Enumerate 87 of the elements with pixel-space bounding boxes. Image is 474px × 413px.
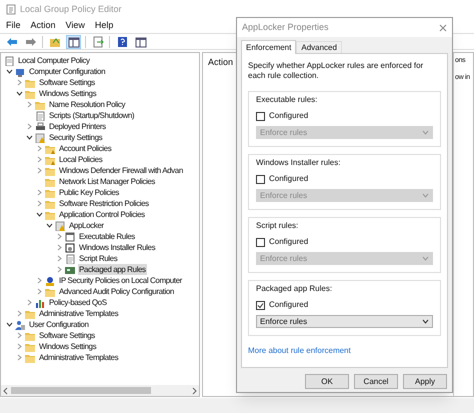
tree-item[interactable]: Deployed Printers	[48, 121, 107, 132]
folder-icon	[25, 308, 35, 318]
tree-item[interactable]: Network List Manager Policies	[58, 176, 156, 187]
group-label: Packaged app Rules:	[256, 283, 334, 295]
chevron-down-icon[interactable]	[422, 319, 429, 324]
installer-icon	[65, 242, 75, 252]
menu-item[interactable]: Help	[94, 19, 114, 33]
description: Specify whether AppLocker rules are enforced for each rule collection.	[248, 61, 424, 81]
menu-item[interactable]: View	[66, 19, 85, 33]
secure-folder-icon	[45, 144, 55, 154]
folder-icon	[25, 330, 35, 340]
checkbox[interactable]	[256, 112, 265, 120]
folder-icon	[45, 198, 55, 208]
checkbox[interactable]	[256, 300, 265, 310]
menu-item[interactable]: Action	[30, 19, 56, 33]
checkbox-label: Configured	[269, 299, 308, 311]
tree-item[interactable]: User Configuration	[28, 319, 90, 330]
scroll-left-icon[interactable]	[3, 386, 9, 394]
tree-item[interactable]: Local Policies	[58, 154, 104, 165]
tree-item[interactable]: Computer Configuration	[28, 66, 106, 77]
tree-item[interactable]: Scripts (Startup/Shutdown)	[48, 110, 136, 121]
tree-item[interactable]: Administrative Templates	[38, 308, 120, 319]
secure-folder-icon	[45, 154, 55, 164]
dialog-button[interactable]: Apply	[403, 374, 447, 389]
menu-item[interactable]: File	[6, 19, 21, 33]
tree-item[interactable]: Public Key Policies	[58, 187, 120, 198]
tree-item[interactable]: IP Security Policies on Local Computer	[58, 275, 183, 286]
tree-item[interactable]: Application Control Policies	[58, 209, 146, 220]
tree-item[interactable]: Windows Settings	[38, 341, 98, 352]
tree-item[interactable]: Software Restriction Policies	[58, 198, 150, 209]
tree-item[interactable]: AppLocker	[68, 220, 105, 231]
dialog-button[interactable]: Cancel	[354, 374, 398, 389]
policy-icon	[4, 56, 14, 66]
tab[interactable]: Advanced	[296, 41, 342, 53]
script-icon	[65, 254, 75, 264]
pane-icon[interactable]	[66, 34, 81, 48]
tree-item[interactable]: Name Resolution Policy	[48, 99, 126, 110]
tree-item[interactable]: Executable Rules	[78, 231, 136, 242]
tree-item[interactable]: Windows Settings	[38, 88, 98, 99]
tree-item[interactable]: Policy-based QoS	[48, 297, 108, 308]
checkbox-label: Configured	[269, 110, 308, 122]
folder-icon	[25, 352, 35, 362]
horizontal-scrollbar[interactable]	[1, 385, 199, 396]
folder-icon	[45, 210, 55, 220]
column-header: Action	[208, 57, 234, 67]
folder-icon	[45, 176, 55, 186]
help-link[interactable]: More about rule enforcement	[248, 346, 351, 354]
folder-icon	[25, 88, 35, 98]
folder-icon	[35, 100, 45, 110]
script-icon	[35, 110, 45, 120]
tab[interactable]: Enforcement	[241, 40, 296, 54]
bar-chart-icon	[35, 298, 45, 308]
checkbox-label: Configured	[269, 173, 308, 185]
printer-icon	[35, 122, 45, 132]
window-icon	[65, 232, 75, 242]
folder-icon	[45, 188, 55, 198]
dialog-title: AppLocker Properties	[242, 20, 329, 34]
tree-item[interactable]: Security Settings	[48, 132, 104, 143]
tree-item[interactable]: Windows Installer Rules	[78, 242, 156, 253]
checkbox[interactable]	[256, 174, 265, 184]
folder-icon	[45, 166, 55, 176]
tree-item[interactable]: Account Policies	[58, 143, 112, 154]
tree-item[interactable]: Advanced Audit Policy Configuration	[58, 286, 175, 297]
tree-item[interactable]: Local Computer Policy	[17, 55, 91, 66]
tree-item[interactable]: Windows Defender Firewall with Advan	[58, 165, 184, 176]
checkbox[interactable]	[256, 238, 265, 246]
folder-icon	[45, 286, 55, 296]
tree-item[interactable]: Packaged app Rules	[78, 264, 147, 275]
dropdown[interactable]: Enforce rules	[256, 315, 433, 328]
tree-item[interactable]: Software Settings	[38, 330, 96, 341]
app-icon	[6, 4, 16, 15]
computer-icon	[15, 66, 25, 76]
folder-icon	[25, 342, 35, 352]
dialog-button[interactable]: OK	[305, 374, 349, 389]
pane-icon[interactable]	[133, 34, 148, 48]
tree-item[interactable]: Administrative Templates	[38, 352, 120, 363]
user-icon	[15, 320, 25, 330]
close-icon[interactable]	[439, 24, 447, 32]
folder-icon	[25, 78, 35, 88]
tree-item[interactable]: Script Rules	[78, 253, 118, 264]
scroll-right-icon[interactable]	[191, 386, 197, 394]
checkbox-label: Configured	[269, 236, 308, 248]
group-label: Executable rules:	[256, 94, 318, 106]
tree-item[interactable]: Software Settings	[38, 77, 96, 88]
window-title: Local Group Policy Editor	[20, 2, 122, 16]
group-label: Script rules:	[256, 220, 300, 232]
group-label: Windows Installer rules:	[256, 157, 342, 169]
